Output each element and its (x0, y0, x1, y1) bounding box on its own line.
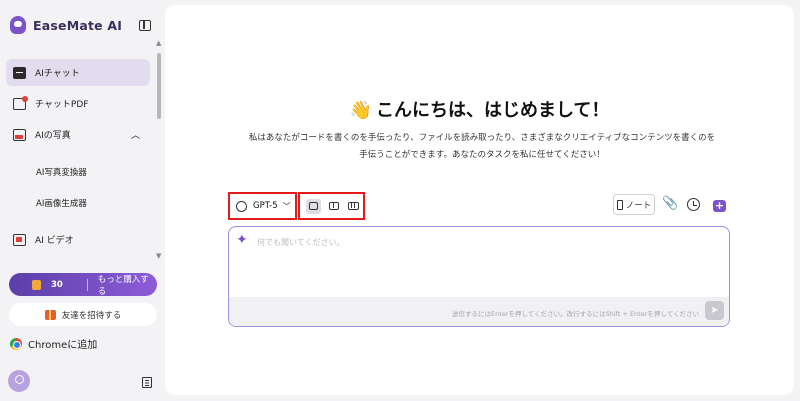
chat-input-placeholder[interactable]: 何でも聞いてください。 (257, 237, 345, 248)
scroll-up-arrow-icon[interactable]: ▲ (156, 39, 161, 47)
openai-icon (236, 200, 247, 212)
sidebar-item-label: AI ビデオ (35, 236, 74, 246)
greeting-text: こんにちは、はじめまして！ (375, 100, 610, 121)
single-view-button[interactable] (306, 198, 321, 214)
waving-hand-icon: 👋 (349, 100, 372, 121)
invite-label: 友達を招待する (61, 310, 122, 321)
layout-selector (298, 192, 365, 220)
video-icon (13, 233, 26, 246)
sparkle-icon: ✦ (236, 232, 248, 248)
chevron-up-icon[interactable]: ︿ (131, 128, 140, 141)
main-panel: 👋 こんにちは、はじめまして！ 私はあなたがコードを書くのを手伝ったり、ファイルを… (165, 5, 794, 395)
sidebar-subitem-image-generator[interactable]: AI画像生成器 (36, 197, 87, 209)
sidebar-subitem-photo-converter[interactable]: AI写真変換器 (36, 166, 87, 178)
invite-friends-button[interactable]: 友達を招待する (9, 303, 157, 326)
note-icon (616, 199, 623, 210)
three-pane-icon (348, 202, 359, 210)
sidebar-item-label: AIチャット (35, 69, 80, 79)
photo-icon (13, 128, 26, 141)
credits-bar[interactable]: 30 もっと購入する (9, 273, 157, 297)
model-selector[interactable]: GPT-5 ﹀ (228, 192, 297, 220)
sidebar-scrollbar[interactable] (157, 53, 161, 119)
greeting-heading: 👋 こんにちは、はじめまして！ (165, 96, 794, 122)
sidebar: EaseMate AI AIチャット チャットPDF AIの写真 ︿ AI写真変… (0, 0, 163, 401)
sidebar-item-ai-chat[interactable]: AIチャット (6, 59, 150, 86)
add-to-chrome-button[interactable]: Chromeに追加 (10, 336, 97, 351)
chevron-down-icon: ﹀ (282, 201, 291, 211)
input-hint: 送信するにはEnterを押してください。改行するにはShift + Enterを… (452, 310, 699, 318)
sidebar-item-label: チャットPDF (35, 100, 89, 110)
note-button[interactable]: ノート (613, 194, 655, 215)
brand-name: EaseMate AI (33, 17, 123, 33)
input-footer: 送信するにはEnterを押してください。改行するにはShift + Enterを… (229, 297, 729, 326)
document-icon[interactable] (142, 377, 152, 388)
history-icon[interactable] (687, 198, 700, 211)
model-name: GPT-5 (253, 201, 278, 211)
intro-description: 私はあなたがコードを書くのを手伝ったり、ファイルを読み取ったり、さまざまなクリエ… (248, 133, 716, 160)
chat-icon (13, 66, 26, 79)
pdf-icon (13, 95, 28, 110)
send-button[interactable]: ➤ (705, 301, 724, 320)
brand[interactable]: EaseMate AI (10, 16, 122, 34)
credit-count: 30 (50, 279, 63, 290)
new-chat-icon[interactable]: + (713, 200, 726, 212)
sidebar-item-chat-pdf[interactable]: チャットPDF (6, 90, 150, 117)
coin-icon (32, 279, 41, 290)
chat-input-box[interactable]: ✦ 何でも聞いてください。 送信するにはEnterを押してください。改行するには… (228, 226, 730, 327)
sidebar-item-ai-photo[interactable]: AIの写真 ︿ (6, 121, 150, 148)
note-label: ノート (625, 200, 652, 211)
sidebar-toggle-icon[interactable] (139, 20, 151, 31)
avatar[interactable] (8, 370, 30, 392)
gift-icon (44, 309, 56, 320)
attach-icon[interactable]: 📎 (662, 196, 678, 211)
sidebar-item-ai-video[interactable]: AI ビデオ (6, 226, 150, 253)
scroll-down-arrow-icon[interactable]: ▼ (156, 252, 161, 260)
dual-view-button[interactable] (326, 199, 341, 214)
divider (86, 278, 88, 291)
sidebar-item-label: AIの写真 (35, 131, 71, 141)
buy-more-button[interactable]: もっと購入する (98, 273, 157, 297)
add-to-chrome-label: Chromeに追加 (28, 340, 98, 351)
easemate-logo-icon (10, 16, 26, 34)
single-pane-icon (309, 202, 318, 210)
triple-view-button[interactable] (346, 199, 361, 214)
two-pane-icon (328, 202, 339, 210)
chrome-icon (10, 337, 22, 350)
